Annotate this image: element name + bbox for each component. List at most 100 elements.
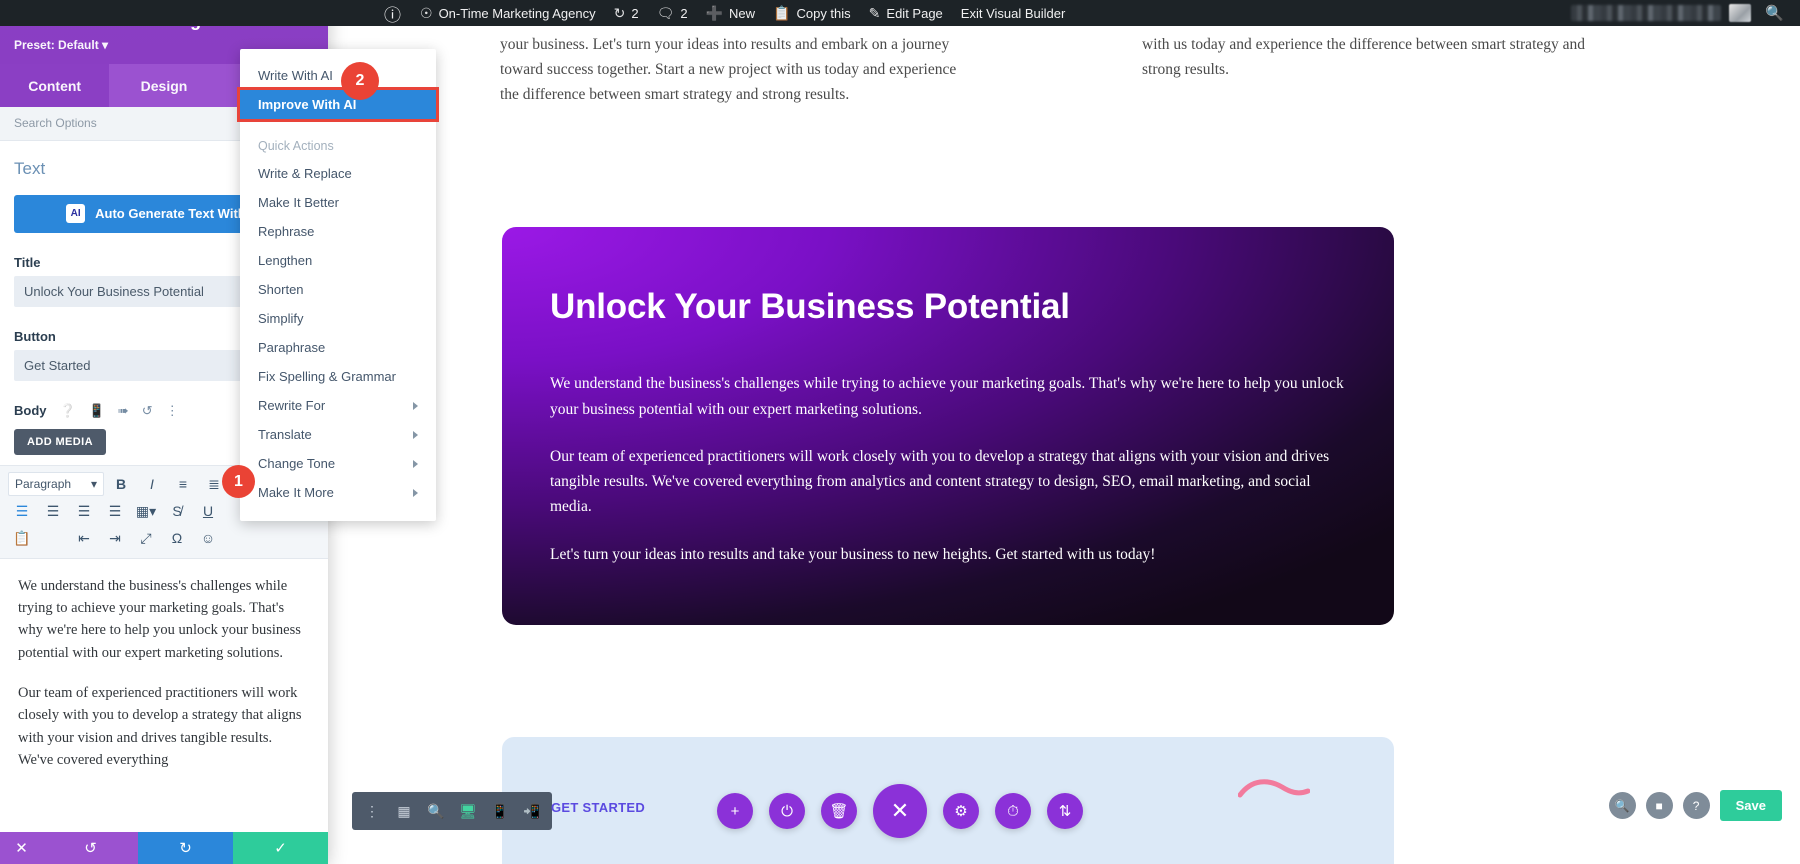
- menu-item-paraphrase[interactable]: Paraphrase: [240, 333, 436, 362]
- fullscreen-icon[interactable]: ⤢: [132, 526, 160, 551]
- comments-count: 2: [680, 6, 687, 21]
- copy-this-label: Copy this: [796, 6, 850, 21]
- menu-item-change-tone[interactable]: Change Tone: [240, 449, 436, 478]
- menu-item-simplify[interactable]: Simplify: [240, 304, 436, 333]
- menu-item-rewrite-for[interactable]: Rewrite For: [240, 391, 436, 420]
- copy-this-menu[interactable]: 📋 Copy this: [764, 0, 860, 26]
- menu-item-label: Translate: [258, 427, 312, 442]
- cta-module[interactable]: Unlock Your Business Potential We unders…: [502, 227, 1394, 625]
- menu-item-translate[interactable]: Translate: [240, 420, 436, 449]
- account-menu-blurred[interactable]: [1571, 5, 1721, 21]
- avatar[interactable]: [1729, 4, 1751, 22]
- menu-item-write-with-ai[interactable]: Write With AI: [240, 61, 436, 90]
- chevron-right-icon: [413, 460, 418, 468]
- underline-icon[interactable]: U: [194, 499, 222, 524]
- menu-item-make-it-better[interactable]: Make It Better: [240, 188, 436, 217]
- close-icon[interactable]: ✕: [873, 784, 927, 838]
- comments-menu[interactable]: 🗨 2: [648, 0, 697, 26]
- italic-icon[interactable]: I: [138, 472, 166, 497]
- menu-item-make-it-more[interactable]: Make It More: [240, 478, 436, 507]
- editor-content[interactable]: We understand the business's challenges …: [0, 559, 328, 772]
- search-icon[interactable]: 🔍: [1753, 4, 1792, 22]
- more-vertical-icon[interactable]: ⋮: [166, 403, 179, 419]
- admin-bar-right-group: 🔍: [1571, 4, 1800, 22]
- menu-item-fix-spelling-grammar[interactable]: Fix Spelling & Grammar: [240, 362, 436, 391]
- top-text-columns: your business. Let's turn your ideas int…: [328, 26, 1800, 107]
- align-justify-icon[interactable]: ☰: [101, 499, 129, 524]
- plus-icon[interactable]: +: [717, 793, 753, 829]
- layers-icon[interactable]: ■: [1646, 792, 1673, 819]
- menu-item-label: Rephrase: [258, 224, 314, 239]
- paragraph-format-select[interactable]: Paragraph ▾: [8, 472, 104, 496]
- table-icon[interactable]: ▦▾: [132, 499, 160, 524]
- sort-icon[interactable]: ⇅: [1047, 793, 1083, 829]
- menu-item-label: Write & Replace: [258, 166, 352, 181]
- menu-item-rephrase[interactable]: Rephrase: [240, 217, 436, 246]
- admin-bar-left-group: ⓘ ☉ On-Time Marketing Agency ↻ 2 🗨 2 ➕ N…: [376, 0, 1074, 26]
- edit-page-menu[interactable]: ✎ Edit Page: [860, 0, 952, 26]
- save-button[interactable]: Save: [1720, 790, 1782, 821]
- emoji-icon[interactable]: ☺: [194, 526, 222, 551]
- copy-icon: 📋: [773, 6, 790, 20]
- ai-context-menu: Write With AI Improve With AI Quick Acti…: [240, 49, 436, 521]
- add-media-button[interactable]: ADD MEDIA: [14, 429, 106, 455]
- menu-item-label: Rewrite For: [258, 398, 325, 413]
- chevron-right-icon: [413, 431, 418, 439]
- cursor-icon[interactable]: ➠: [118, 403, 129, 419]
- bullet-list-icon[interactable]: ≡: [169, 472, 197, 497]
- redo-button[interactable]: ↻: [138, 832, 233, 864]
- menu-item-lengthen[interactable]: Lengthen: [240, 246, 436, 275]
- tab-design[interactable]: Design: [109, 64, 218, 107]
- menu-item-label: Change Tone: [258, 456, 335, 471]
- special-char-icon[interactable]: Ω: [163, 526, 191, 551]
- outdent-icon[interactable]: ⇤: [70, 526, 98, 551]
- mobile-icon[interactable]: 📱: [89, 403, 105, 419]
- align-center-icon[interactable]: ☰: [39, 499, 67, 524]
- more-vertical-icon[interactable]: ⋮: [356, 792, 388, 830]
- auto-generate-label: Auto Generate Text With AI: [95, 206, 262, 221]
- align-left-icon[interactable]: ☰: [8, 499, 36, 524]
- menu-item-label: Shorten: [258, 282, 304, 297]
- bold-icon[interactable]: B: [107, 472, 135, 497]
- menu-group-quick-actions: Quick Actions: [240, 131, 436, 159]
- align-right-icon[interactable]: ☰: [70, 499, 98, 524]
- tab-content[interactable]: Content: [0, 64, 109, 107]
- cta-heading: Unlock Your Business Potential: [550, 287, 1346, 327]
- preset-label: Preset: Default: [14, 38, 99, 52]
- save-settings-button[interactable]: ✓: [233, 832, 328, 864]
- wordpress-icon[interactable]: ⓘ: [376, 0, 411, 26]
- settings-panel-footer: ✕ ↺ ↻ ✓: [0, 832, 328, 864]
- help-icon[interactable]: ❔: [60, 403, 76, 419]
- reset-icon[interactable]: ↺: [142, 403, 153, 419]
- paste-icon[interactable]: 📋: [8, 526, 36, 551]
- site-name-menu[interactable]: ☉ On-Time Marketing Agency: [411, 0, 605, 26]
- indent-icon[interactable]: ⇥: [101, 526, 129, 551]
- menu-item-write-and-replace[interactable]: Write & Replace: [240, 159, 436, 188]
- help-icon[interactable]: ?: [1683, 792, 1710, 819]
- zoom-icon[interactable]: 🔍: [420, 792, 452, 830]
- history-icon[interactable]: ⏱: [995, 793, 1031, 829]
- search-icon[interactable]: 🔍: [1609, 792, 1636, 819]
- new-content-menu[interactable]: ➕ New: [697, 0, 764, 26]
- cta-paragraph-1: We understand the business's challenges …: [550, 371, 1346, 422]
- close-settings-button[interactable]: ✕: [0, 832, 43, 864]
- tablet-icon[interactable]: 📱: [484, 792, 516, 830]
- menu-item-improve-with-ai[interactable]: Improve With AI: [240, 90, 436, 119]
- trash-icon[interactable]: 🗑: [821, 793, 857, 829]
- desktop-icon[interactable]: 🖥: [452, 792, 484, 830]
- updates-menu[interactable]: ↻ 2: [605, 0, 648, 26]
- menu-item-label: Make It More: [258, 485, 334, 500]
- exit-visual-builder-menu[interactable]: Exit Visual Builder: [952, 0, 1075, 26]
- page-canvas: your business. Let's turn your ideas int…: [328, 26, 1800, 864]
- power-icon[interactable]: ⏻: [769, 793, 805, 829]
- strikethrough-icon[interactable]: S̸: [163, 499, 191, 524]
- menu-item-label: Paraphrase: [258, 340, 325, 355]
- gear-icon[interactable]: ⚙: [943, 793, 979, 829]
- menu-item-shorten[interactable]: Shorten: [240, 275, 436, 304]
- wireframe-icon[interactable]: ▦: [388, 792, 420, 830]
- undo-button[interactable]: ↺: [43, 832, 138, 864]
- clear-format-icon[interactable]: 𝕈: [39, 526, 67, 551]
- phone-icon[interactable]: 📲: [516, 792, 548, 830]
- menu-item-label: Make It Better: [258, 195, 339, 210]
- menu-item-label: Lengthen: [258, 253, 312, 268]
